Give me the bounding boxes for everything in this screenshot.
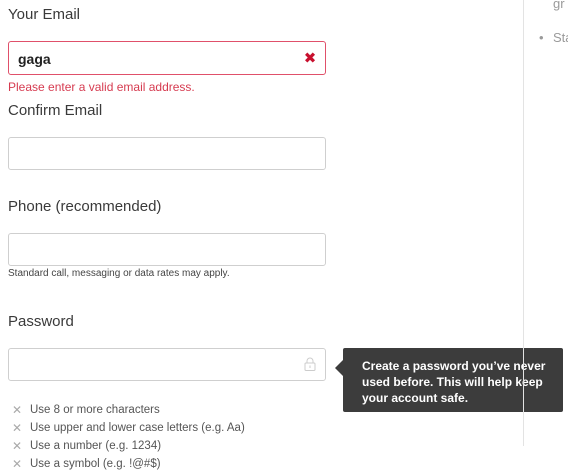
password-field[interactable] bbox=[8, 348, 326, 381]
x-icon: ✕ bbox=[12, 439, 23, 453]
password-tooltip: Create a password you’ve never used befo… bbox=[343, 348, 563, 412]
email-field[interactable]: gaga ✖ bbox=[8, 41, 326, 75]
requirement-text: Use upper and lower case letters (e.g. A… bbox=[30, 422, 245, 434]
list-item: ✕ Use a symbol (e.g. !@#$) bbox=[12, 455, 245, 473]
sidebar-bullet-text: Sta bbox=[553, 30, 568, 45]
tooltip-arrow bbox=[335, 360, 343, 376]
phone-label: Phone (recommended) bbox=[8, 198, 162, 215]
close-icon[interactable]: ✖ bbox=[303, 51, 317, 66]
x-icon: ✕ bbox=[12, 403, 23, 417]
sidebar-text: gr bbox=[553, 0, 565, 11]
lock-icon bbox=[304, 357, 316, 371]
email-label: Your Email bbox=[8, 6, 80, 23]
confirm-email-label: Confirm Email bbox=[8, 102, 103, 119]
phone-helper-text: Standard call, messaging or data rates m… bbox=[8, 268, 230, 279]
x-icon: ✕ bbox=[12, 421, 23, 435]
phone-field[interactable] bbox=[8, 233, 326, 266]
x-icon: ✕ bbox=[12, 457, 23, 471]
requirement-text: Use 8 or more characters bbox=[30, 404, 160, 416]
sidebar-bullet: • bbox=[539, 30, 544, 45]
column-divider bbox=[523, 0, 524, 446]
list-item: ✕ Use a number (e.g. 1234) bbox=[12, 437, 245, 455]
email-error-message: Please enter a valid email address. bbox=[8, 80, 195, 94]
requirement-text: Use a symbol (e.g. !@#$) bbox=[30, 458, 161, 470]
list-item: ✕ Use 8 or more characters bbox=[12, 401, 245, 419]
list-item: ✕ Use upper and lower case letters (e.g. … bbox=[12, 419, 245, 437]
confirm-email-field[interactable] bbox=[8, 137, 326, 170]
password-requirements: ✕ Use 8 or more characters ✕ Use upper and… bbox=[12, 401, 245, 473]
requirement-text: Use a number (e.g. 1234) bbox=[30, 440, 162, 452]
email-value: gaga bbox=[18, 51, 51, 67]
password-label: Password bbox=[8, 313, 74, 330]
